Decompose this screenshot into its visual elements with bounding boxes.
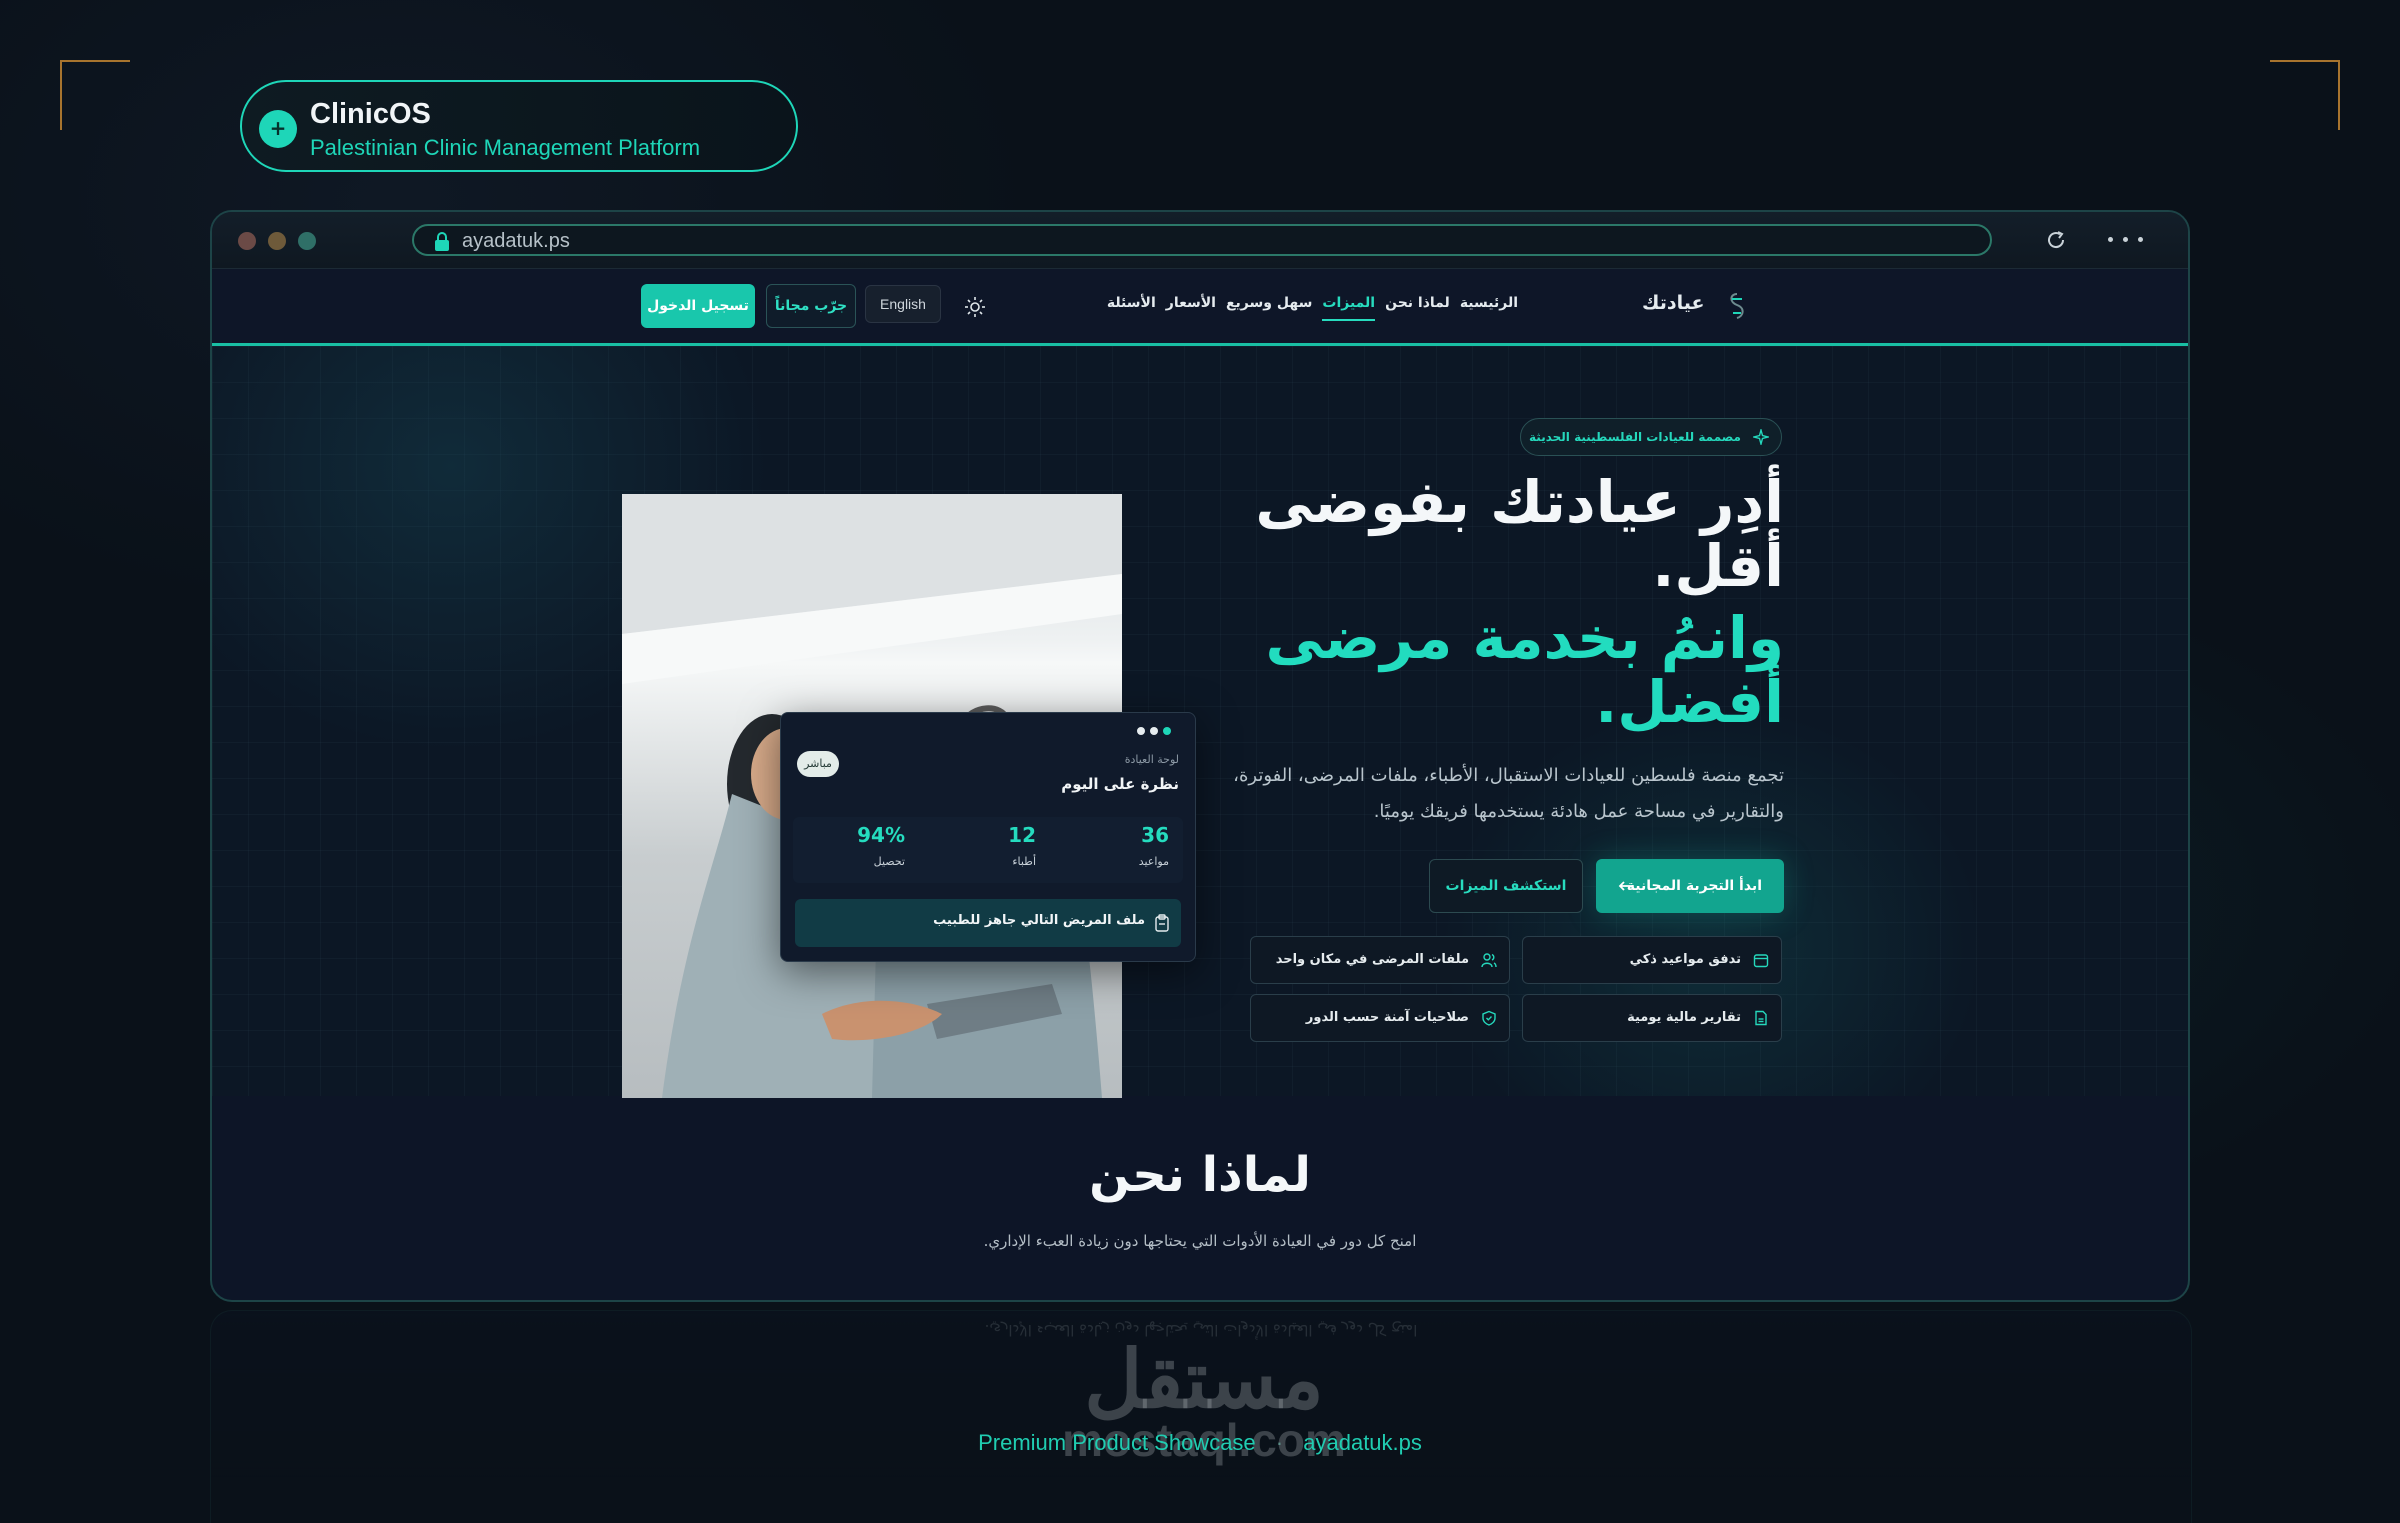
brand-pill: + ClinicOS Palestinian Clinic Management… bbox=[240, 80, 798, 172]
feature-role-permissions: صلاحيات آمنة حسب الدور bbox=[1250, 994, 1510, 1042]
nav-link-easy-fast[interactable]: سهل وسريع bbox=[1226, 295, 1312, 321]
window-maximize-dot[interactable] bbox=[298, 232, 316, 250]
nav-link-why-us[interactable]: لماذا نحن bbox=[1385, 295, 1450, 321]
why-us-subtitle: امنح كل دور في العيادة الأدوات التي يحتا… bbox=[983, 1232, 1417, 1250]
arrow-left-icon bbox=[1618, 881, 1631, 891]
address-bar[interactable]: ayadatuk.ps bbox=[412, 224, 1992, 256]
hero-lead: تجمع منصة فلسطين للعيادات الاستقبال، الأ… bbox=[1233, 765, 1784, 822]
clipboard-icon bbox=[1155, 914, 1169, 932]
stat-label: مواعيد bbox=[1138, 855, 1169, 868]
window-close-dot[interactable] bbox=[238, 232, 256, 250]
sun-icon[interactable] bbox=[964, 296, 986, 318]
footer-label: Premium Product Showcase bbox=[978, 1430, 1256, 1455]
reload-icon[interactable] bbox=[2044, 228, 2068, 252]
hero-badge-text: مصممة للعيادات الفلسطينية الحديثة bbox=[1529, 430, 1741, 444]
nav-link-features[interactable]: الميزات bbox=[1322, 295, 1376, 321]
login-button[interactable]: تسجيل الدخول bbox=[641, 284, 755, 328]
dashboard-label: لوحة العيادة bbox=[1124, 753, 1179, 766]
url-text: ayadatuk.ps bbox=[462, 230, 570, 252]
footer-caption: Premium Product Showcase · ayadatuk.ps bbox=[0, 1430, 2400, 1456]
feature-label: تدفق مواعيد ذكي bbox=[1629, 952, 1741, 967]
feature-label: ملفات المرضى في مكان واحد bbox=[1275, 952, 1469, 967]
feature-daily-financial-reports: تقارير مالية يومية bbox=[1522, 994, 1782, 1042]
users-icon bbox=[1481, 953, 1497, 968]
stat-value: 36 bbox=[1141, 823, 1169, 847]
live-badge: مباشر bbox=[797, 751, 839, 777]
brand-tagline: Palestinian Clinic Management Platform bbox=[310, 135, 701, 160]
nav-link-pricing[interactable]: الأسعار bbox=[1166, 295, 1216, 321]
hero-headline: أدِر عيادتك بفوضى أقل. bbox=[1255, 468, 1784, 600]
corner-mark-top-left bbox=[60, 60, 130, 130]
footer-separator: · bbox=[1275, 1430, 1284, 1455]
nav-link-home[interactable]: الرئيسية bbox=[1460, 295, 1518, 321]
nav-links: الرئيسية لماذا نحن الميزات سهل وسريع الأ… bbox=[1107, 295, 1518, 321]
calendar-icon bbox=[1753, 954, 1769, 968]
stat-label: أطباء bbox=[1012, 855, 1036, 868]
corner-mark-top-right bbox=[2270, 60, 2340, 130]
dashboard-stats: 36 مواعيد 12 أطباء 94% تحصيل bbox=[793, 817, 1183, 883]
stat-appointments: 36 مواعيد bbox=[1059, 817, 1183, 883]
feature-label: صلاحيات آمنة حسب الدور bbox=[1305, 1010, 1469, 1025]
stat-value: 12 bbox=[1008, 823, 1036, 847]
site-logo-text[interactable]: عيادتك bbox=[1642, 292, 1704, 314]
window-minimize-dot[interactable] bbox=[268, 232, 286, 250]
hero-headline-accent: وانمُ بخدمة مرضى أفضل. bbox=[1265, 604, 1784, 736]
browser-titlebar: ayadatuk.ps bbox=[212, 212, 2188, 269]
explore-features-button[interactable]: استكشف الميزات bbox=[1429, 859, 1583, 913]
try-free-button[interactable]: جرّب مجاناً bbox=[766, 284, 856, 328]
brand-name: ClinicOS bbox=[310, 98, 431, 130]
hero-badge: مصممة للعيادات الفلسطينية الحديثة bbox=[1520, 418, 1782, 456]
feature-label: تقارير مالية يومية bbox=[1627, 1010, 1741, 1025]
lock-icon bbox=[435, 232, 449, 251]
stat-collection: 94% تحصيل bbox=[795, 817, 919, 883]
watermark-arabic: مستقل bbox=[1084, 1335, 1324, 1424]
more-icon[interactable] bbox=[2108, 237, 2148, 243]
plus-icon: + bbox=[259, 110, 297, 148]
window-dots-icon bbox=[1137, 727, 1177, 737]
dashboard-card: لوحة العيادة نظرة على اليوم مباشر 36 موا… bbox=[780, 712, 1196, 962]
hero-section: مصممة للعيادات الفلسطينية الحديثة أدِر ع… bbox=[212, 346, 2188, 1098]
logo-icon bbox=[1730, 293, 1744, 319]
stat-doctors: 12 أطباء bbox=[926, 817, 1050, 883]
shield-icon bbox=[1482, 1010, 1496, 1026]
feature-smart-scheduling: تدفق مواعيد ذكي bbox=[1522, 936, 1782, 984]
start-free-trial-label: ابدأ التجربة المجانية bbox=[1626, 878, 1762, 894]
browser-window: ayadatuk.ps تسجيل الدخول جرّب مجاناً Eng… bbox=[210, 210, 2190, 1302]
file-icon bbox=[1755, 1010, 1767, 1026]
language-button[interactable]: English bbox=[865, 285, 941, 323]
stat-value: 94% bbox=[857, 823, 905, 847]
nav-link-faq[interactable]: الأسئلة bbox=[1107, 295, 1156, 321]
why-us-title: لماذا نحن bbox=[1089, 1147, 1311, 1203]
next-patient-bar[interactable]: ملف المريض التالي جاهز للطبيب bbox=[795, 899, 1181, 947]
next-patient-text: ملف المريض التالي جاهز للطبيب bbox=[933, 913, 1145, 928]
sparkle-icon bbox=[1753, 429, 1769, 445]
dashboard-title: نظرة على اليوم bbox=[1061, 775, 1179, 793]
feature-patient-files: ملفات المرضى في مكان واحد bbox=[1250, 936, 1510, 984]
stat-label: تحصيل bbox=[873, 855, 905, 868]
site-navbar: تسجيل الدخول جرّب مجاناً English الرئيسي… bbox=[212, 269, 2188, 346]
start-free-trial-button[interactable]: ابدأ التجربة المجانية bbox=[1596, 859, 1784, 913]
footer-domain[interactable]: ayadatuk.ps bbox=[1303, 1430, 1422, 1455]
